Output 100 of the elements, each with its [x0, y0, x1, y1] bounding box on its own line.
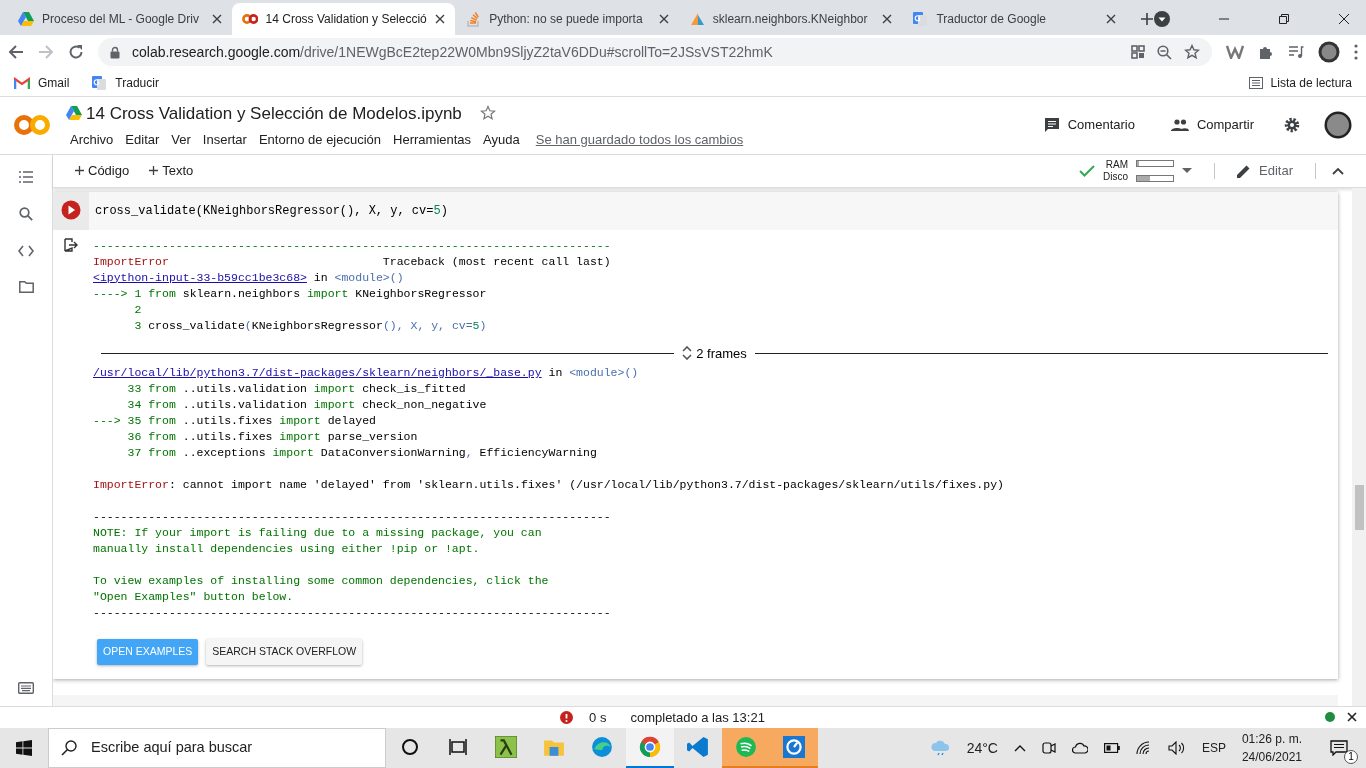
more-icon[interactable] [1354, 44, 1358, 61]
back-arrow-icon[interactable] [8, 44, 24, 61]
header-action-button[interactable]: Compartir [1164, 115, 1260, 135]
reading-list-link[interactable]: Lista de lectura [1248, 73, 1352, 92]
close-icon[interactable] [1347, 712, 1357, 723]
notebook-title[interactable]: 14 Cross Validation y Selección de Modelos.ipynb [86, 100, 462, 127]
cloud-icon[interactable] [1071, 742, 1088, 754]
lock-icon [110, 45, 120, 59]
triangle-icon [66, 105, 82, 122]
resources-indicator[interactable]: RAM Disco [1073, 154, 1199, 187]
notifications-button[interactable]: 1 [1326, 732, 1358, 764]
gauge-icon [783, 736, 805, 758]
menu-item[interactable]: Ayuda [479, 130, 524, 150]
add-cell-button[interactable]: Código [69, 160, 136, 181]
save-status-link[interactable]: Se han guardado todos los cambios [535, 130, 744, 150]
output-line: NOTE: If your import is failing due to a missing package, you can [93, 525, 543, 542]
weather-temp[interactable]: 24°C [966, 737, 998, 759]
taskbar-search-field[interactable]: Escribe aquí para buscar [89, 736, 373, 760]
frames-toggle[interactable]: 2 frames [682, 343, 747, 364]
resource-meter [1136, 174, 1175, 182]
output-button[interactable]: SEARCH STACK OVERFLOW [206, 639, 363, 665]
clock-date[interactable]: 24/06/2021 [1241, 748, 1302, 766]
bookmark[interactable]: Traducir [91, 73, 159, 92]
w-logo-icon[interactable] [1226, 45, 1244, 60]
mail-icon [14, 76, 30, 89]
caret-up-icon[interactable] [1332, 166, 1344, 175]
reload-icon[interactable] [68, 44, 84, 61]
folder-icon[interactable] [18, 280, 34, 293]
code-text: <module>() [569, 366, 639, 380]
music-circle-icon [735, 736, 757, 758]
browser-tab[interactable]: sklearn.neighbors.KNeighbor [678, 2, 903, 35]
battery-icon[interactable] [1103, 743, 1120, 753]
list-icon[interactable] [19, 170, 33, 183]
speaker-icon[interactable] [1167, 741, 1186, 755]
output-arrow-icon [64, 237, 78, 252]
plus-icon[interactable] [1139, 11, 1154, 26]
language-indicator[interactable]: ESP [1201, 739, 1226, 757]
traceback-link[interactable]: /usr/local/lib/python3.7/dist-packages/sklearn/neighbors/_base.py [93, 366, 542, 380]
lambda-icon [495, 736, 517, 758]
plus-icon [75, 166, 84, 176]
add-cell-button[interactable]: Texto [143, 160, 200, 181]
star-icon[interactable] [1184, 44, 1200, 61]
menu-item[interactable]: Editar [121, 130, 164, 150]
status-message: completado a las 13:21 [630, 708, 765, 727]
edit-button[interactable]: Editar [1231, 160, 1299, 181]
browser-tab[interactable]: Python: no se puede importa [455, 2, 679, 35]
wifi-icon[interactable] [1135, 741, 1152, 755]
close-icon[interactable] [1337, 12, 1350, 25]
output-line: ImportError Traceback (most recent call last) [93, 253, 612, 270]
close-icon[interactable] [1105, 13, 1116, 24]
browser-tab[interactable]: Proceso del ML - Google Driv [8, 2, 232, 35]
puzzle-icon[interactable] [1258, 44, 1274, 61]
output-line: --------------------------------------------------------------------------- [93, 237, 612, 254]
comment-icon [1043, 117, 1060, 134]
header-action-button[interactable]: Comentario [1037, 115, 1141, 135]
avatar-icon[interactable] [1324, 111, 1352, 140]
stack-icon [465, 10, 482, 27]
media-list-icon[interactable] [1288, 45, 1304, 60]
windows-logo-icon[interactable] [16, 740, 32, 756]
settings-icon[interactable] [1284, 117, 1300, 134]
dropdown-icon[interactable] [1153, 10, 1170, 27]
close-icon[interactable] [211, 13, 222, 24]
menu-item[interactable]: Archivo [66, 130, 118, 150]
bookmark[interactable]: Gmail [14, 73, 70, 92]
code-text: in [312, 270, 329, 284]
restore-icon[interactable] [1277, 12, 1290, 25]
menu-item[interactable]: Insertar [198, 130, 251, 150]
close-icon[interactable] [435, 13, 446, 24]
taskbar-search-bar[interactable]: Escribe aquí para buscar [48, 728, 386, 768]
taskbar-app[interactable] [626, 728, 674, 768]
menu-item[interactable]: Entorno de ejecución [254, 130, 386, 150]
code-icon[interactable] [18, 244, 34, 257]
triangle-icon [18, 10, 34, 27]
address-bar[interactable]: colab.research.google.com/drive/1NEWgBcE2tep22W0Mbn9SljyZ2taV6DDu#scrollTo=2JSsVST22hmK [98, 38, 1212, 67]
circle-icon[interactable] [400, 737, 420, 757]
zoom-out-icon[interactable] [1157, 44, 1172, 60]
cloud-rain-icon [930, 740, 951, 756]
keyboard-icon[interactable] [18, 681, 34, 694]
close-icon[interactable] [882, 13, 893, 24]
code-line[interactable]: cross_validate(KNeighborsRegressor(), X, y, cv=5) [95, 202, 448, 219]
close-icon[interactable] [658, 13, 669, 24]
task-view-icon[interactable] [448, 737, 468, 757]
caret-up-icon[interactable] [1013, 744, 1026, 752]
duration-text: 0 s [589, 708, 607, 727]
camera-icon[interactable] [1041, 740, 1056, 756]
output-line: 36 from ..utils.fixes import parse_version [126, 429, 419, 446]
grid-icon[interactable] [1131, 45, 1145, 60]
output-line: --------------------------------------------------------------------------- [93, 509, 612, 526]
traceback-link[interactable]: <ipython-input-33-b59cc1be3c68> [93, 270, 307, 284]
menu-item[interactable]: Ver [167, 130, 195, 150]
star-icon[interactable] [479, 105, 496, 122]
browser-tab[interactable]: Traductor de Google [902, 2, 1126, 35]
scrollbar-thumb[interactable] [1355, 484, 1364, 530]
avatar-icon[interactable] [1318, 41, 1340, 64]
taskbar-app[interactable] [770, 728, 818, 768]
run-button[interactable] [61, 199, 81, 220]
search-icon[interactable] [19, 206, 33, 221]
menu-item[interactable]: Herramientas [389, 130, 476, 150]
browser-tab[interactable]: 14 Cross Validation y Selecció [231, 2, 456, 35]
clock-time[interactable]: 01:26 p. m. [1241, 730, 1302, 748]
